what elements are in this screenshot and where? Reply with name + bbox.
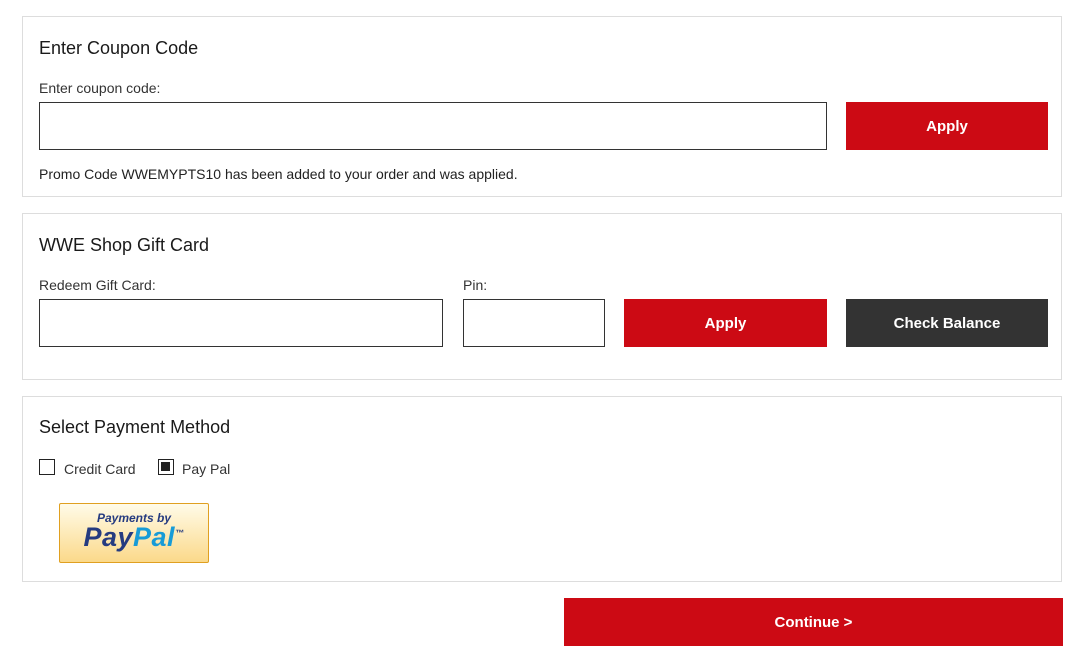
payment-method-title: Select Payment Method [39,417,231,437]
gift-card-apply-button[interactable]: Apply [624,299,827,347]
credit-card-label[interactable]: Credit Card [64,461,136,477]
payment-method-panel: Select Payment Method Credit Card Pay Pa… [22,396,1062,582]
gift-card-title: WWE Shop Gift Card [39,235,210,255]
continue-button[interactable]: Continue > [564,598,1063,646]
check-balance-button[interactable]: Check Balance [846,299,1048,347]
pin-label: Pin: [463,277,488,293]
paypal-checkbox[interactable] [158,459,174,475]
coupon-apply-button[interactable]: Apply [846,102,1048,150]
redeem-gift-card-label: Redeem Gift Card: [39,277,156,293]
paypal-logo: Payments by PayPal™ [59,503,209,563]
coupon-field-label: Enter coupon code: [39,80,161,96]
paypal-wordmark: PayPal™ [83,522,185,552]
paypal-label[interactable]: Pay Pal [182,461,230,477]
pin-input[interactable] [463,299,605,347]
coupon-panel: Enter Coupon Code Enter coupon code: App… [22,16,1062,197]
gift-card-input[interactable] [39,299,443,347]
coupon-applied-message: Promo Code WWEMYPTS10 has been added to … [39,166,518,182]
gift-card-panel: WWE Shop Gift Card Redeem Gift Card: Pin… [22,213,1062,380]
coupon-input[interactable] [39,102,827,150]
credit-card-checkbox[interactable] [39,459,55,475]
coupon-title: Enter Coupon Code [39,38,199,58]
